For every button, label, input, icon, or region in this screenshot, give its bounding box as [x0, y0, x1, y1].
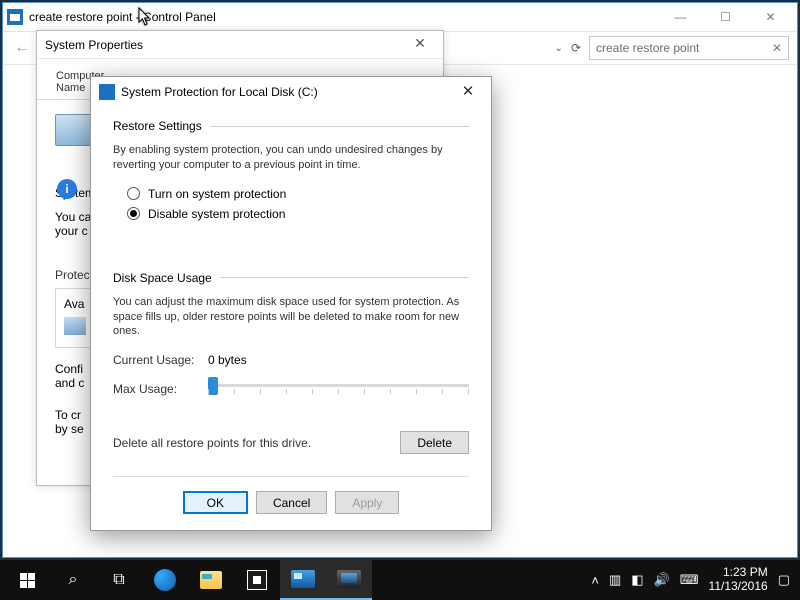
file-explorer-icon[interactable] — [188, 560, 234, 600]
search-placeholder: create restore point — [596, 41, 699, 55]
spd-title: System Protection for Local Disk (C:) — [121, 85, 318, 99]
clear-search-icon[interactable]: ✕ — [772, 41, 782, 55]
taskbar-system-properties[interactable] — [326, 560, 372, 600]
maximize-button[interactable]: ☐ — [703, 5, 748, 29]
ok-button[interactable]: OK — [183, 491, 248, 514]
clock-time: 1:23 PM — [709, 566, 768, 580]
max-usage-slider[interactable] — [208, 375, 469, 403]
shield-icon — [99, 84, 115, 100]
radio-icon — [127, 207, 140, 220]
radio-turn-on[interactable]: Turn on system protection — [127, 187, 469, 201]
current-usage-label: Current Usage: — [113, 353, 208, 367]
current-usage-value: 0 bytes — [208, 353, 247, 367]
sp-title: System Properties — [45, 38, 143, 52]
tray-chevron-icon[interactable]: ˄ — [591, 573, 599, 588]
restore-settings-desc: By enabling system protection, you can u… — [113, 143, 469, 173]
search-box[interactable]: create restore point ✕ — [589, 36, 789, 60]
radio-turn-on-label: Turn on system protection — [148, 187, 286, 201]
input-icon[interactable]: ⌨ — [680, 572, 699, 588]
drive-icon — [64, 317, 86, 335]
clock[interactable]: 1:23 PM 11/13/2016 — [709, 566, 768, 594]
store-icon[interactable] — [234, 560, 280, 600]
action-center-icon[interactable]: ▢ — [778, 572, 790, 588]
task-view-icon[interactable]: ⧉ — [96, 560, 142, 600]
close-button[interactable]: ✕ — [748, 5, 793, 29]
cp-titlebar[interactable]: create restore point - Control Panel — ☐… — [3, 3, 797, 31]
radio-disable-label: Disable system protection — [148, 207, 285, 221]
monitor-icon — [55, 114, 95, 146]
control-panel-icon — [7, 9, 23, 25]
battery-icon[interactable]: ▥ — [609, 572, 621, 588]
volume-icon[interactable]: 🔊 — [654, 572, 670, 588]
system-protection-dialog: System Protection for Local Disk (C:) ✕ … — [90, 76, 492, 531]
slider-track — [208, 384, 469, 387]
clock-date: 11/13/2016 — [709, 580, 768, 594]
radio-disable[interactable]: Disable system protection — [127, 207, 469, 221]
slider-ticks — [208, 389, 469, 395]
max-usage-label: Max Usage: — [113, 382, 208, 396]
refresh-button[interactable]: ⟳ — [571, 41, 581, 55]
restore-settings-label: Restore Settings — [113, 119, 202, 133]
taskbar-control-panel[interactable] — [280, 560, 326, 600]
spd-close-button[interactable]: ✕ — [453, 82, 483, 102]
network-icon[interactable]: ◧ — [631, 572, 643, 588]
sp-close-button[interactable]: ✕ — [405, 35, 435, 55]
sp-titlebar[interactable]: System Properties ✕ — [37, 31, 443, 59]
minimize-button[interactable]: — — [658, 5, 703, 29]
spd-titlebar[interactable]: System Protection for Local Disk (C:) ✕ — [91, 77, 491, 107]
apply-button[interactable]: Apply — [335, 491, 399, 514]
divider — [210, 126, 469, 127]
back-button[interactable]: ← — [11, 37, 33, 59]
edge-icon[interactable] — [142, 560, 188, 600]
taskbar[interactable]: ⌕ ⧉ ˄ ▥ ◧ 🔊 ⌨ 1:23 PM 11/13/2016 ▢ — [0, 560, 800, 600]
delete-button[interactable]: Delete — [400, 431, 469, 454]
cancel-button[interactable]: Cancel — [256, 491, 327, 514]
start-button[interactable] — [4, 560, 50, 600]
radio-icon — [127, 187, 140, 200]
disk-space-label: Disk Space Usage — [113, 271, 212, 285]
cp-title: create restore point - Control Panel — [29, 10, 216, 24]
divider — [220, 277, 469, 278]
disk-space-desc: You can adjust the maximum disk space us… — [113, 295, 469, 340]
search-icon[interactable]: ⌕ — [50, 560, 96, 600]
delete-text: Delete all restore points for this drive… — [113, 436, 400, 450]
breadcrumb-dropdown[interactable]: ⌄ — [555, 43, 563, 54]
info-icon: i — [57, 179, 77, 199]
system-tray[interactable]: ˄ ▥ ◧ 🔊 ⌨ 1:23 PM 11/13/2016 ▢ — [591, 566, 796, 594]
